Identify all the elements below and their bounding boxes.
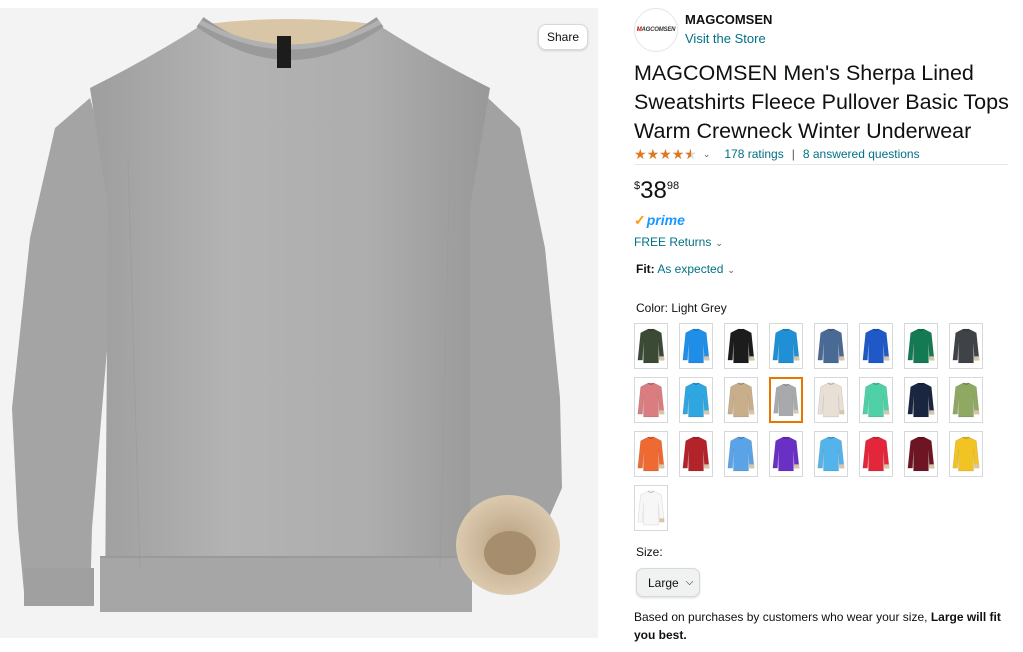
price-currency: $ — [634, 180, 641, 192]
color-swatch[interactable] — [859, 323, 893, 369]
star-full-icon: ★ — [671, 146, 685, 162]
color-swatch[interactable] — [634, 485, 668, 531]
size-value: Large — [648, 575, 679, 590]
sweatshirt-thumbnail — [862, 328, 890, 364]
chevron-down-icon: ⌵ — [685, 577, 694, 588]
sweatshirt-thumbnail — [952, 382, 980, 418]
ratings-count-link[interactable]: 178 ratings — [724, 147, 783, 161]
sweatshirt-thumbnail — [637, 382, 665, 418]
visit-store-link[interactable]: Visit the Store — [685, 31, 766, 46]
star-full-icon: ★ — [659, 146, 672, 162]
color-label: Color: — [636, 301, 669, 315]
color-swatch[interactable] — [814, 431, 848, 477]
star-full-icon: ★ — [634, 146, 647, 162]
sweatshirt-thumbnail — [773, 383, 799, 417]
fit-value-link[interactable]: As expected — [657, 262, 723, 276]
fit-info: Fit: As expected ⌄ — [636, 262, 735, 276]
color-swatch[interactable] — [904, 431, 938, 477]
brand-name: MAGCOMSEN — [685, 12, 773, 27]
color-swatch[interactable] — [679, 323, 713, 369]
color-swatch[interactable] — [949, 377, 983, 423]
rating-row: ★ ★ ★ ★ ★ ⌄ 178 ratings | 8 answered que… — [634, 145, 1006, 163]
prime-label: prime — [646, 212, 685, 228]
answered-questions-link[interactable]: 8 answered questions — [803, 147, 920, 161]
star-half-icon: ★ — [684, 147, 697, 161]
sweatshirt-thumbnail — [727, 436, 755, 472]
color-swatch[interactable] — [634, 377, 668, 423]
color-swatch[interactable] — [949, 431, 983, 477]
free-returns-link[interactable]: FREE Returns ⌄ — [634, 235, 723, 249]
divider — [634, 164, 1008, 165]
sweatshirt-thumbnail — [952, 436, 980, 472]
size-label: Size: — [636, 545, 663, 559]
price-fraction: 98 — [666, 180, 680, 192]
sweatshirt-thumbnail — [682, 328, 710, 364]
color-swatch[interactable] — [634, 323, 668, 369]
sweatshirt-thumbnail — [862, 382, 890, 418]
size-dropdown[interactable]: Large ⌵ — [636, 568, 700, 597]
prime-badge[interactable]: ✓prime — [634, 212, 685, 229]
sweatshirt-thumbnail — [907, 382, 935, 418]
product-title: MAGCOMSEN Men's Sherpa Lined Sweatshirts… — [634, 61, 1009, 143]
sweatshirt-thumbnail — [907, 328, 935, 364]
color-swatch[interactable] — [949, 323, 983, 369]
sweatshirt-thumbnail — [682, 436, 710, 472]
free-returns-label: FREE Returns — [634, 235, 712, 249]
size-fit-note: Based on purchases by customers who wear… — [634, 608, 1014, 644]
sweatshirt-thumbnail — [772, 436, 800, 472]
chevron-down-icon[interactable]: ⌄ — [703, 149, 711, 160]
fit-note-text: Based on purchases by customers who wear… — [634, 610, 931, 624]
sweatshirt-thumbnail — [817, 382, 845, 418]
sweatshirt-thumbnail — [907, 436, 935, 472]
color-swatch[interactable] — [679, 431, 713, 477]
color-swatch[interactable] — [814, 377, 848, 423]
color-swatch[interactable] — [724, 431, 758, 477]
share-button[interactable]: Share — [538, 24, 588, 50]
color-swatch[interactable] — [904, 323, 938, 369]
price: $3898 — [634, 178, 679, 204]
separator: | — [791, 147, 795, 161]
sweatshirt-thumbnail — [862, 436, 890, 472]
sweatshirt-thumbnail — [952, 328, 980, 364]
sweatshirt-illustration — [12, 17, 562, 612]
sweatshirt-thumbnail — [637, 328, 665, 364]
star-rating-icon[interactable]: ★ ★ ★ ★ ★ — [634, 147, 697, 161]
chevron-down-icon: ⌄ — [715, 238, 723, 248]
prime-check-icon: ✓ — [634, 212, 646, 228]
brand-logo-text: MAGCOMSEN — [636, 27, 676, 33]
sweatshirt-thumbnail — [772, 328, 800, 364]
color-swatch[interactable] — [724, 377, 758, 423]
selected-color-name: Light Grey — [671, 301, 727, 315]
color-swatch[interactable] — [724, 323, 758, 369]
fit-label: Fit: — [636, 262, 655, 276]
sweatshirt-thumbnail — [727, 382, 755, 418]
color-swatch[interactable] — [679, 377, 713, 423]
sweatshirt-thumbnail — [817, 328, 845, 364]
sweatshirt-thumbnail — [817, 436, 845, 472]
sweatshirt-thumbnail — [637, 436, 665, 472]
sweatshirt-thumbnail — [682, 382, 710, 418]
color-swatch[interactable] — [769, 377, 803, 423]
color-swatch[interactable] — [859, 377, 893, 423]
chevron-down-icon[interactable]: ⌄ — [727, 265, 735, 275]
color-swatch[interactable] — [769, 323, 803, 369]
price-whole: 38 — [640, 177, 667, 204]
color-swatch[interactable] — [859, 431, 893, 477]
sweatshirt-thumbnail — [727, 328, 755, 364]
color-swatch[interactable] — [814, 323, 848, 369]
color-swatch[interactable] — [634, 431, 668, 477]
color-swatch[interactable] — [769, 431, 803, 477]
sweatshirt-thumbnail — [637, 490, 665, 526]
color-swatch[interactable] — [904, 377, 938, 423]
color-selection-label: Color: Light Grey — [636, 301, 727, 315]
star-full-icon: ★ — [646, 146, 660, 162]
brand-logo[interactable]: MAGCOMSEN — [634, 8, 678, 52]
product-main-image[interactable]: Share — [0, 8, 598, 638]
